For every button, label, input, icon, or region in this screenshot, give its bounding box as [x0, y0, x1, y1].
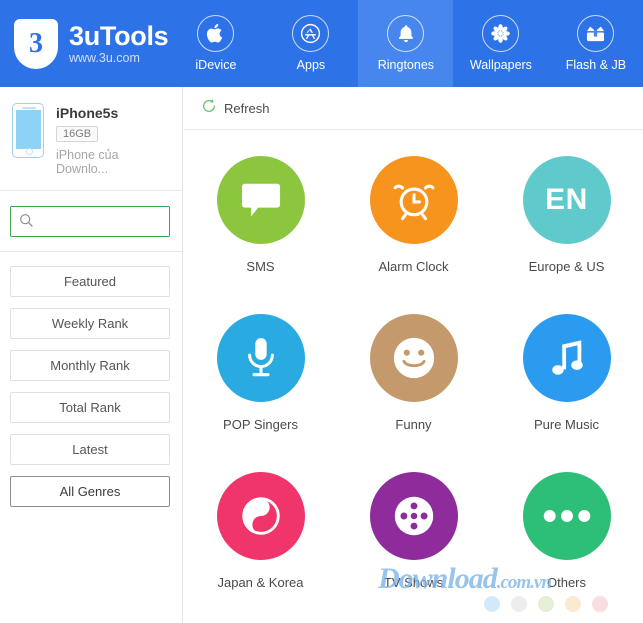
openbox-icon: [577, 15, 615, 52]
3utools-logo-icon: 3: [14, 18, 58, 69]
category-label: Pure Music: [533, 417, 600, 432]
brand-logo-area: 3 3uTools www.3u.com: [0, 18, 169, 69]
sidebar-item-total-rank[interactable]: Total Rank: [10, 392, 170, 423]
search-input[interactable]: [11, 207, 169, 236]
nav-item-idevice[interactable]: iDevice: [168, 0, 263, 87]
refresh-button[interactable]: Refresh: [201, 98, 270, 119]
category-tile-japan-korea[interactable]: Japan & Korea: [184, 472, 337, 623]
category-label: Funny: [395, 417, 432, 432]
main-nav: iDevice Apps Ringtones Wallpapers Flash …: [168, 0, 643, 87]
nav-item-ringtones[interactable]: Ringtones: [358, 0, 454, 87]
refresh-label: Refresh: [224, 100, 270, 116]
film-reel-icon: [369, 472, 458, 560]
microphone-icon: [216, 314, 305, 402]
en-text-icon: EN: [522, 156, 611, 244]
sidebar-item-label: Total Rank: [59, 400, 121, 415]
category-tile-others[interactable]: Others: [490, 472, 643, 623]
nav-item-wallpapers[interactable]: Wallpapers: [453, 0, 548, 87]
sidebar-item-label: Monthly Rank: [50, 358, 130, 373]
app-title: 3uTools: [69, 20, 169, 51]
device-owner: iPhone của Downlo...: [56, 148, 119, 176]
device-name: iPhone5s: [56, 105, 119, 121]
sidebar-item-featured[interactable]: Featured: [10, 266, 170, 297]
flower-icon: [482, 15, 520, 52]
yin-yang-icon: [216, 472, 305, 560]
ellipsis-icon: [522, 472, 611, 560]
alarm-clock-icon: [369, 156, 458, 244]
sidebar: iPhone5s 16GB iPhone của Downlo... Searc…: [0, 87, 183, 623]
category-tile-pure-music[interactable]: Pure Music: [490, 314, 643, 472]
app-header: 3 3uTools www.3u.com iDevice Apps Ringto…: [0, 0, 643, 87]
sidebar-item-label: Weekly Rank: [51, 316, 129, 331]
device-capacity-badge: 16GB: [56, 126, 99, 142]
sidebar-item-monthly-rank[interactable]: Monthly Rank: [10, 350, 170, 381]
sidebar-item-label: All Genres: [59, 484, 121, 499]
category-label: TV Shows: [383, 575, 444, 590]
music-note-icon: [522, 314, 611, 402]
nav-item-label: Apps: [296, 58, 326, 72]
category-label: Europe & US: [528, 259, 605, 274]
device-summary[interactable]: iPhone5s 16GB iPhone của Downlo...: [0, 87, 182, 190]
category-tile-europe-us[interactable]: EN Europe & US: [490, 156, 643, 314]
category-label: POP Singers: [223, 417, 298, 432]
message-bubble-icon: [216, 156, 305, 244]
main-content: Refresh SMS Alarm Clock EN Europe & US P…: [184, 87, 643, 623]
category-grid: SMS Alarm Clock EN Europe & US POP Singe…: [184, 130, 643, 623]
bell-icon: [387, 15, 425, 52]
category-tile-sms[interactable]: SMS: [184, 156, 337, 314]
sidebar-item-label: Latest: [72, 442, 108, 457]
appstore-icon: [292, 15, 330, 52]
search-area: Search: [0, 191, 182, 251]
category-tile-tv-shows[interactable]: TV Shows: [337, 472, 490, 623]
nav-item-label: Ringtones: [377, 58, 435, 72]
nav-item-flash-jb[interactable]: Flash & JB: [548, 0, 643, 87]
category-tile-funny[interactable]: Funny: [337, 314, 490, 472]
app-website: www.3u.com: [69, 51, 140, 66]
sidebar-item-label: Featured: [63, 274, 117, 289]
category-label: Others: [546, 575, 586, 590]
iphone-icon: [12, 103, 44, 158]
category-tile-alarm-clock[interactable]: Alarm Clock: [337, 156, 490, 314]
apple-icon: [197, 15, 235, 52]
refresh-icon: [201, 98, 217, 119]
smiley-face-icon: [369, 314, 458, 402]
nav-item-label: iDevice: [195, 58, 237, 72]
app-window: 3 3uTools www.3u.com iDevice Apps Ringto…: [0, 0, 643, 623]
nav-item-apps[interactable]: Apps: [263, 0, 358, 87]
sidebar-item-weekly-rank[interactable]: Weekly Rank: [10, 308, 170, 339]
logo-mark: 3: [29, 27, 43, 59]
sidebar-item-all-genres[interactable]: All Genres: [10, 476, 170, 507]
en-label: EN: [545, 183, 588, 216]
content-toolbar: Refresh: [184, 87, 643, 130]
sidebar-menu: Featured Weekly Rank Monthly Rank Total …: [0, 252, 182, 507]
category-tile-pop-singers[interactable]: POP Singers: [184, 314, 337, 472]
category-label: SMS: [246, 259, 275, 274]
sidebar-item-latest[interactable]: Latest: [10, 434, 170, 465]
category-label: Japan & Korea: [217, 575, 304, 590]
category-label: Alarm Clock: [378, 259, 449, 274]
nav-item-label: Wallpapers: [469, 58, 532, 72]
nav-item-label: Flash & JB: [565, 58, 627, 72]
